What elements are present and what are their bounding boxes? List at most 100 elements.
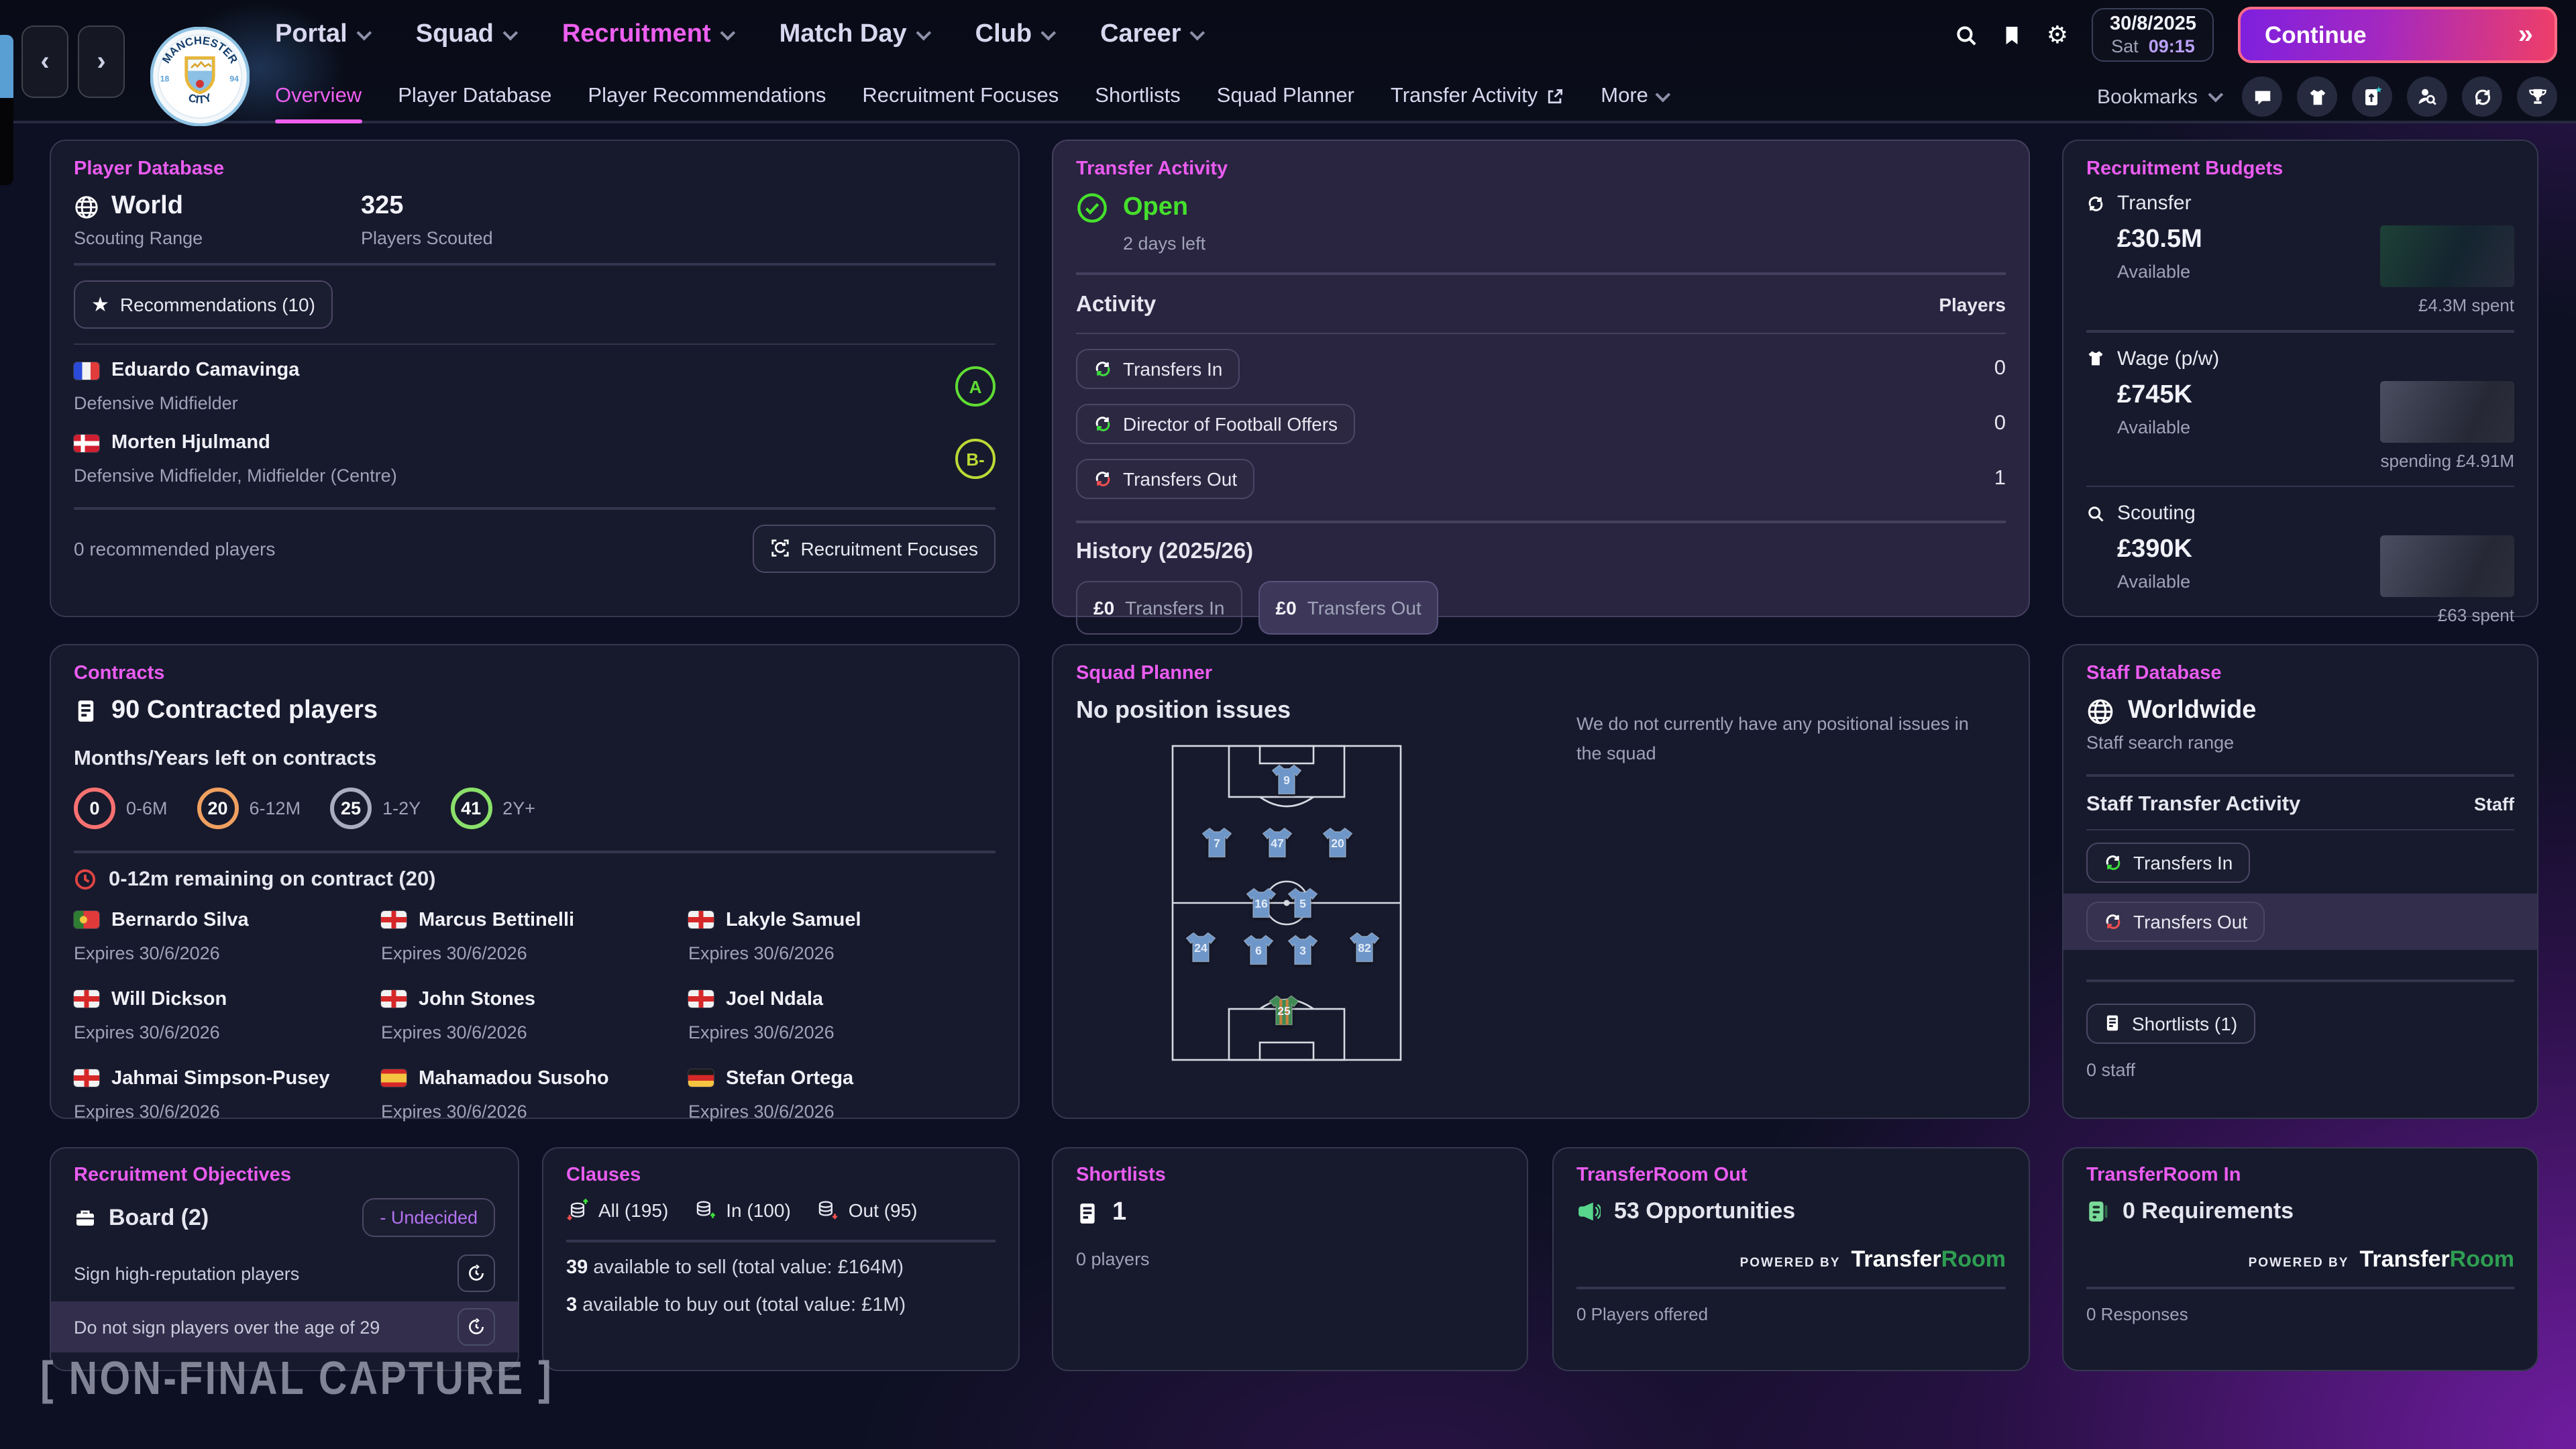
responses-count: 0 Responses: [2086, 1303, 2514, 1324]
contract-player[interactable]: Lakyle SamuelExpires 30/6/2026: [688, 909, 996, 963]
jersey-icon[interactable]: [2297, 76, 2337, 117]
staff-database-panel[interactable]: Staff Database Worldwide Staff search ra…: [2062, 644, 2538, 1119]
search-icon[interactable]: [1955, 23, 1978, 46]
gear-icon[interactable]: ⚙: [2047, 21, 2068, 49]
contract-player[interactable]: Will DicksonExpires 30/6/2026: [74, 988, 381, 1042]
player-shirt-47[interactable]: 47: [1259, 824, 1295, 861]
contract-player[interactable]: Joel NdalaExpires 30/6/2026: [688, 988, 996, 1042]
clauses-tab-in[interactable]: In (100): [694, 1198, 791, 1221]
player-shirt-5[interactable]: 5: [1285, 885, 1321, 921]
contract-player[interactable]: Bernardo SilvaExpires 30/6/2026: [74, 909, 381, 963]
clauses-buyout-line: 3 available to buy out (total value: £1M…: [566, 1294, 996, 1316]
history-transfers-in-button[interactable]: £0 Transfers In: [1076, 580, 1242, 634]
recruitment-objectives-panel[interactable]: Recruitment Objectives Board (2) - Undec…: [50, 1147, 519, 1371]
forward-button[interactable]: ›: [78, 25, 125, 98]
continue-button[interactable]: Continue »: [2238, 7, 2557, 63]
flag-icon: [74, 911, 99, 928]
scout-rating-badge: A: [955, 366, 996, 407]
sidebar-peek[interactable]: [0, 35, 13, 185]
history-icon[interactable]: [458, 1308, 495, 1346]
nav-squad[interactable]: Squad: [416, 20, 514, 50]
chevron-down-icon: [1190, 25, 1205, 41]
club-crest-manchester-city[interactable]: MANCHESTER CITY 18 94: [150, 27, 250, 126]
player-shirt-6[interactable]: 6: [1241, 932, 1277, 969]
recommendations-button[interactable]: ★ Recommendations (10): [74, 280, 333, 328]
player-shirt-9[interactable]: 9: [1269, 761, 1305, 798]
tab-more[interactable]: More: [1601, 85, 1667, 109]
clauses-panel[interactable]: Clauses All (195) In (100) Out (95) 39 a…: [542, 1147, 1020, 1371]
shortlists-panel[interactable]: Shortlists 1 0 players: [1052, 1147, 1528, 1371]
players-column-header: Players: [1939, 294, 2006, 315]
main-nav: Portal Squad Recruitment Match Day Club …: [275, 0, 1201, 70]
tab-overview[interactable]: Overview: [275, 85, 362, 109]
game-date[interactable]: 30/8/2025 Sat 09:15: [2092, 8, 2214, 62]
contract-player[interactable]: Mahamadou SusohoExpires 30/6/2026: [381, 1067, 688, 1121]
clauses-tab-all[interactable]: All (195): [566, 1198, 668, 1221]
history-icon[interactable]: [458, 1254, 495, 1292]
contract-player[interactable]: Marcus BettinelliExpires 30/6/2026: [381, 909, 688, 963]
gk-shirt-25[interactable]: 25: [1267, 992, 1303, 1028]
nav-recruitment[interactable]: Recruitment: [562, 20, 731, 50]
transfers-in-button[interactable]: Transfers In: [1076, 349, 1240, 389]
contracts-panel[interactable]: Contracts 90 Contracted players Months/Y…: [50, 644, 1020, 1119]
contract-player[interactable]: Stefan OrtegaExpires 30/6/2026: [688, 1067, 996, 1121]
scout-search-icon[interactable]: [2407, 76, 2447, 117]
trophy-icon[interactable]: [2517, 76, 2557, 117]
tab-squad-planner[interactable]: Squad Planner: [1217, 85, 1354, 109]
header-actions: ⚙ 30/8/2025 Sat 09:15 Continue »: [1955, 0, 2557, 70]
staff-transfers-out-button[interactable]: Transfers Out: [2086, 902, 2265, 942]
nav-portal[interactable]: Portal: [275, 20, 368, 50]
tab-shortlists[interactable]: Shortlists: [1095, 85, 1181, 109]
chevron-down-icon: [356, 25, 372, 41]
nav-career[interactable]: Career: [1100, 20, 1201, 50]
recruitment-focuses-button[interactable]: Recruitment Focuses: [752, 524, 996, 572]
pitch: 97 47 20 165 24 6 3 82 25: [1171, 745, 1402, 1061]
tab-player-database[interactable]: Player Database: [398, 85, 551, 109]
dof-offers-button[interactable]: Director of Football Offers: [1076, 404, 1355, 444]
player-shirt-7[interactable]: 7: [1199, 824, 1236, 861]
staff-transfers-out-row[interactable]: Transfers Out: [2063, 894, 2537, 950]
nav-match-day[interactable]: Match Day: [780, 20, 927, 50]
bookmark-icon[interactable]: [2002, 23, 2023, 46]
history-transfers-out-button[interactable]: £0 Transfers Out: [1258, 580, 1439, 634]
contract-player[interactable]: John StonesExpires 30/6/2026: [381, 988, 688, 1042]
staff-transfers-in-button[interactable]: Transfers In: [2086, 843, 2250, 883]
player-shirt-3[interactable]: 3: [1285, 932, 1321, 969]
player-shirt-16[interactable]: 16: [1243, 885, 1279, 921]
player-shirt-24[interactable]: 24: [1183, 929, 1220, 965]
bookmarks-dropdown[interactable]: Bookmarks: [2097, 85, 2219, 108]
sync-icon[interactable]: [2462, 76, 2502, 117]
objective-row[interactable]: Sign high-reputation players: [74, 1254, 495, 1292]
chat-icon[interactable]: [2242, 76, 2282, 117]
player-shirt-82[interactable]: 82: [1347, 929, 1383, 965]
svg-text:★: ★: [2375, 86, 2383, 95]
player-shirt-20[interactable]: 20: [1320, 824, 1356, 861]
transfers-out-button[interactable]: Transfers Out: [1076, 459, 1254, 499]
staff-count: 0 staff: [2086, 1059, 2514, 1079]
objective-row[interactable]: Do not sign players over the age of 29: [51, 1301, 518, 1352]
transfer-activity-panel[interactable]: Transfer Activity Open 2 days left Activ…: [1052, 140, 2030, 617]
recommended-player-row[interactable]: Eduardo Camavinga Defensive Midfielder A: [74, 360, 996, 413]
back-button[interactable]: ‹: [21, 25, 68, 98]
transferroom-out-panel[interactable]: TransferRoom Out 53 Opportunities POWERE…: [1552, 1147, 2030, 1371]
squad-planner-panel[interactable]: Squad Planner No position issues We do n…: [1052, 644, 2030, 1119]
tab-transfer-activity[interactable]: Transfer Activity: [1391, 85, 1564, 109]
transfer-card-icon[interactable]: ★: [2352, 76, 2392, 117]
transferroom-in-panel[interactable]: TransferRoom In 0 Requirements POWERED B…: [2062, 1147, 2538, 1371]
svg-text:6: 6: [1256, 945, 1263, 958]
contract-player[interactable]: Jahmai Simpson-PuseyExpires 30/6/2026: [74, 1067, 381, 1121]
budget-value: £390K: [2117, 535, 2192, 565]
chevron-down-icon: [502, 25, 518, 41]
objectives-status-badge[interactable]: - Undecided: [362, 1198, 495, 1237]
star-icon: ★: [91, 292, 109, 316]
tab-player-recommendations[interactable]: Player Recommendations: [588, 85, 826, 109]
nav-club[interactable]: Club: [975, 20, 1052, 50]
panel-title: Clauses: [566, 1165, 996, 1186]
staff-shortlists-button[interactable]: Shortlists (1): [2086, 1003, 2255, 1043]
player-database-panel[interactable]: Player Database World Scouting Range 325…: [50, 140, 1020, 617]
recommended-player-row[interactable]: Morten Hjulmand Defensive Midfielder, Mi…: [74, 432, 996, 486]
staff-activity-header: Staff Transfer Activity: [2086, 792, 2300, 816]
clauses-tab-out[interactable]: Out (95): [816, 1198, 918, 1221]
tab-recruitment-focuses[interactable]: Recruitment Focuses: [862, 85, 1059, 109]
recruitment-budgets-panel[interactable]: Recruitment Budgets Transfer £30.5M Avai…: [2062, 140, 2538, 617]
